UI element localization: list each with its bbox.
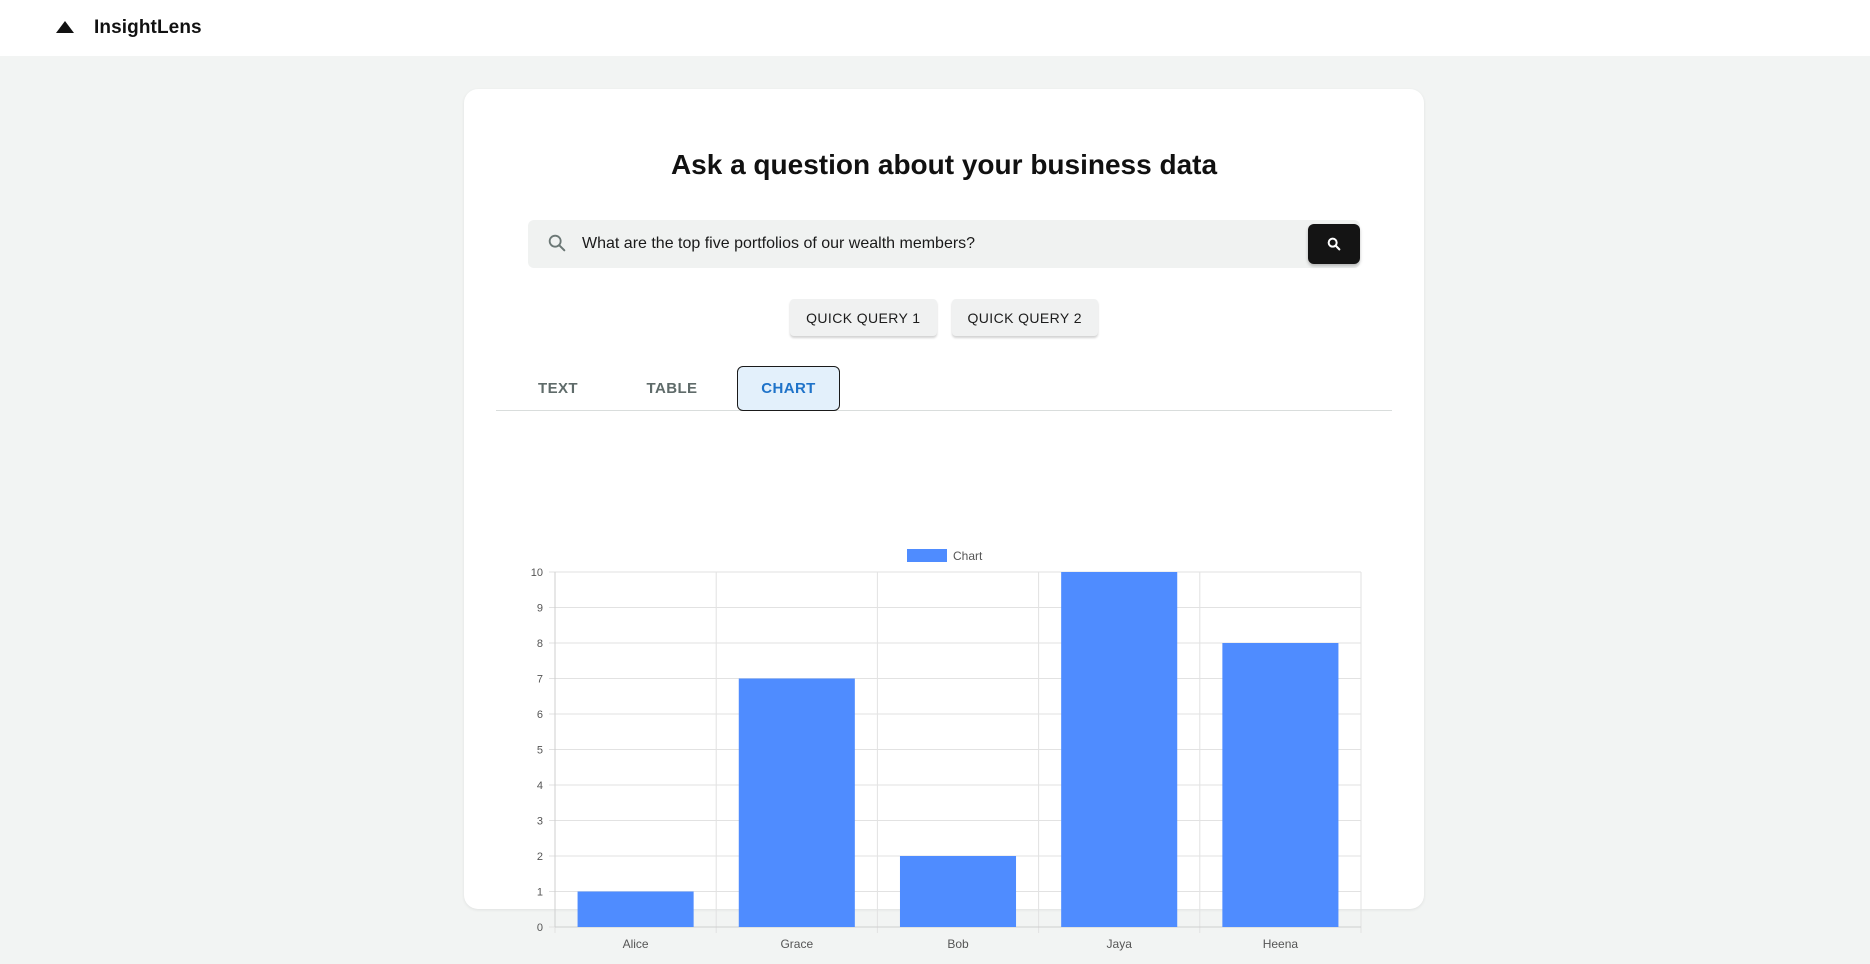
bar-alice (577, 891, 694, 927)
search-icon (1327, 237, 1341, 251)
y-tick-label: 3 (537, 816, 543, 828)
x-tick-label: Alice (623, 937, 649, 951)
quick-query-1-button[interactable]: QUICK QUERY 1 (790, 299, 937, 336)
legend-swatch (907, 549, 947, 562)
y-tick-label: 1 (537, 887, 543, 899)
bar-chart: 0 1 2 3 4 5 6 7 8 9 10 Alice Grace Bob Jaya Heena Chart (531, 549, 1362, 951)
x-tick-label: Bob (947, 937, 969, 951)
x-tick-label: Grace (780, 937, 813, 951)
tab-text[interactable]: TEXT (521, 366, 595, 411)
y-tick-label: 6 (537, 709, 543, 721)
page-title: Ask a question about your business data (670, 149, 1218, 180)
triangle-logo-icon (56, 21, 74, 33)
search-submit-button[interactable] (1308, 224, 1360, 264)
x-tick-label: Jaya (1107, 937, 1133, 951)
bar-grace (738, 678, 855, 927)
y-tick-label: 7 (537, 674, 543, 686)
bar-jaya (1061, 572, 1178, 927)
app-bar: InsightLens (0, 0, 1870, 56)
y-tick-label: 0 (537, 922, 543, 934)
brand-name: InsightLens (94, 17, 202, 38)
bar-bob (899, 856, 1017, 927)
y-tick-label: 10 (531, 567, 543, 579)
legend-label: Chart (953, 549, 983, 563)
tab-chart[interactable]: CHART (737, 366, 840, 411)
y-tick-label: 2 (537, 851, 543, 863)
y-tick-label: 5 (537, 745, 543, 757)
search-bar (528, 220, 1360, 268)
y-tick-label: 9 (537, 603, 543, 615)
y-tick-label: 4 (537, 780, 543, 792)
search-icon (548, 234, 566, 252)
bar-heena (1222, 643, 1339, 927)
result-tabs: TEXT TABLE CHART (496, 366, 1392, 411)
quick-query-2-button[interactable]: QUICK QUERY 2 (951, 299, 1098, 336)
x-tick-label: Heena (1263, 937, 1299, 951)
search-input[interactable] (580, 220, 1280, 268)
quick-query-row: QUICK QUERY 1 QUICK QUERY 2 (464, 299, 1424, 336)
tab-table[interactable]: TABLE (627, 366, 717, 411)
query-card: Ask a question about your business data … (464, 89, 1424, 951)
y-tick-label: 8 (537, 638, 543, 650)
